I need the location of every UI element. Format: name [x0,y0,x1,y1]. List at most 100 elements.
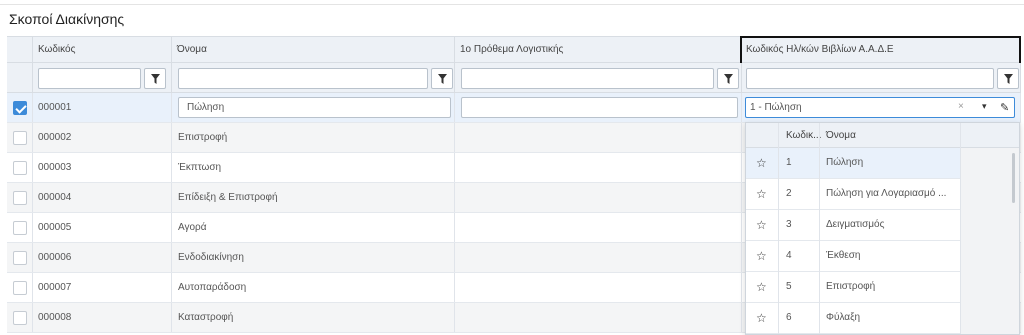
edit-pencil-icon[interactable]: ✎ [1000,101,1009,114]
dropdown-scrollbar[interactable] [1012,153,1015,203]
code-cell: 000008 [33,303,172,332]
prefix-edit-input[interactable] [461,97,738,118]
row-checkbox[interactable] [13,191,27,205]
page: Σκοποί Διακίνησης Κωδικός Όνομα 1ο Πρόθε… [0,0,1024,335]
dropdown-header: Κωδικ... Όνομα [746,123,1019,148]
prefix-cell [455,183,742,212]
dropdown-column-divider [778,123,779,334]
name-cell: Έκπτωση [172,153,455,182]
aade-filter-input[interactable] [746,68,994,89]
name-cell: Επιστροφή [172,123,455,152]
name-filter-input[interactable] [178,68,428,89]
name-filter-button[interactable] [431,68,453,89]
row-code: 000005 [38,222,72,233]
star-icon[interactable]: ☆ [756,218,767,232]
filter-aade-cell [742,63,1021,92]
aade-combobox[interactable]: 1 - Πώληση × ▾ ✎ [745,97,1015,118]
row-name: Αγορά [178,222,207,233]
row-checkbox-checked[interactable] [13,101,27,115]
row-select-cell [7,273,33,302]
option-name: Έκθεση [826,250,861,261]
prefix-cell [455,243,742,272]
filter-icon [724,74,733,84]
row-checkbox[interactable] [13,251,27,265]
row-select-cell [7,123,33,152]
prefix-filter-input[interactable] [461,68,714,89]
code-cell: 000007 [33,273,172,302]
option-name: Δειγματισμός [826,219,885,230]
row-code: 000008 [38,312,72,323]
dropdown-column-divider [960,123,961,334]
filter-code-cell [33,63,172,92]
chevron-down-icon[interactable]: ▾ [982,101,987,112]
star-icon[interactable]: ☆ [756,249,767,263]
prefix-cell [455,213,742,242]
option-code: 5 [786,281,792,292]
star-icon[interactable]: ☆ [756,280,767,294]
name-cell: Επίδειξη & Επιστροφή [172,183,455,212]
row-checkbox[interactable] [13,221,27,235]
code-cell: 000002 [33,123,172,152]
row-code: 000002 [38,132,72,143]
filter-icon [1004,74,1013,84]
name-edit-value: Πώληση [187,102,225,113]
option-code: 1 [786,157,792,168]
name-edit-input[interactable]: Πώληση [178,97,451,118]
filter-icon [438,74,447,84]
header-name-label: Όνομα [177,44,207,55]
row-select-cell [7,183,33,212]
prefix-filter-button[interactable] [717,68,739,89]
row-name: Αυτοπαράδοση [178,282,247,293]
code-filter-input[interactable] [38,68,141,89]
header-aade-code[interactable]: Κωδικός Ηλ/κών Βιβλίων Α.Α.Δ.Ε [740,36,1021,65]
row-checkbox[interactable] [13,131,27,145]
prefix-cell [455,273,742,302]
header-aade-label: Κωδικός Ηλ/κών Βιβλίων Α.Α.Δ.Ε [746,44,894,55]
code-cell: 000004 [33,183,172,212]
prefix-cell [455,303,742,332]
aade-filter-button[interactable] [997,68,1019,89]
name-cell: Πώληση [172,93,455,122]
filter-icon [151,74,160,84]
grid-header: Κωδικός Όνομα 1ο Πρόθεμα Λογιστικής Κωδι… [7,36,1021,65]
row-code: 000001 [38,102,72,113]
top-divider [0,0,1024,5]
header-select-cell [7,37,33,62]
code-cell: 000006 [33,243,172,272]
header-prefix[interactable]: 1ο Πρόθεμα Λογιστικής [455,37,742,62]
row-checkbox[interactable] [13,281,27,295]
page-title: Σκοποί Διακίνησης [9,11,125,27]
star-icon[interactable]: ☆ [756,156,767,170]
row-name: Επιστροφή [178,132,228,143]
prefix-cell [455,153,742,182]
row-code: 000006 [38,252,72,263]
option-name: Πώληση για Λογαριασμό ... [826,188,947,199]
row-checkbox[interactable] [13,161,27,175]
header-prefix-label: 1ο Πρόθεμα Λογιστικής [460,44,564,55]
clear-icon[interactable]: × [958,101,964,112]
code-filter-button[interactable] [144,68,166,89]
option-name: Φύλαξη [826,312,861,323]
aade-dropdown-panel: Κωδικ... Όνομα ☆ 1 Πώληση ☆ 2 Πώληση για… [745,122,1020,335]
filter-prefix-cell [455,63,742,92]
header-name[interactable]: Όνομα [172,37,455,62]
row-name: Καταστροφή [178,312,234,323]
code-cell: 000003 [33,153,172,182]
name-cell: Αυτοπαράδοση [172,273,455,302]
filter-row [7,63,1021,93]
row-checkbox[interactable] [13,311,27,325]
header-code[interactable]: Κωδικός [33,37,172,62]
dropdown-column-divider [819,123,820,334]
option-code: 4 [786,250,792,261]
table-row-editing[interactable]: 000001 Πώληση 1 - Πώληση × ▾ ✎ [7,93,1021,123]
dropdown-header-code[interactable]: Κωδικ... [786,130,821,141]
name-cell: Ενδοδιακίνηση [172,243,455,272]
star-icon[interactable]: ☆ [756,187,767,201]
dropdown-header-name[interactable]: Όνομα [826,130,856,141]
code-cell[interactable]: 000001 [33,93,172,122]
option-name: Επιστροφή [826,281,876,292]
star-icon[interactable]: ☆ [756,311,767,325]
aade-cell: 1 - Πώληση × ▾ ✎ [742,93,1021,122]
option-name: Πώληση [826,157,864,168]
option-code: 6 [786,312,792,323]
